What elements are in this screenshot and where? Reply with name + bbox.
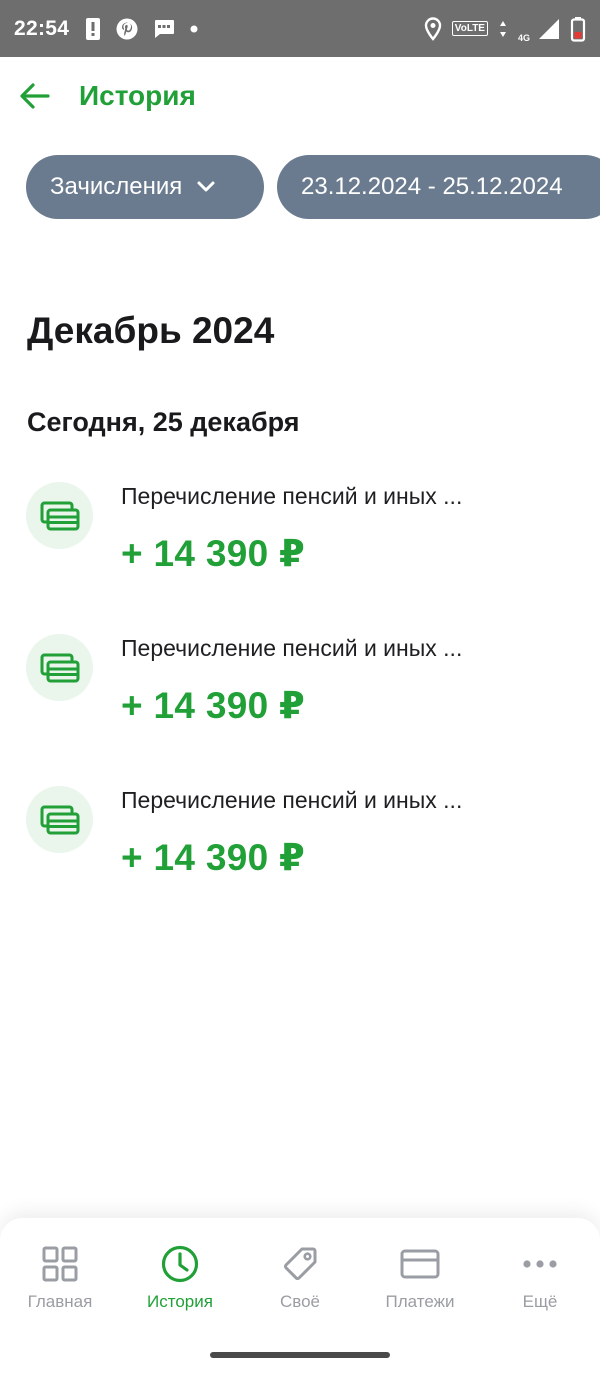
grid-icon [40,1244,80,1284]
arrow-left-icon [20,83,50,109]
filter-bar: Зачисления 23.12.2024 - 25.12.2024 [26,155,600,219]
operation-amount: + 14 390 ₽ [121,685,306,726]
alert-icon [85,17,101,41]
network-icon [498,18,508,40]
nav-label-history: История [147,1292,213,1311]
operation-type-label: Зачисления [50,173,183,200]
page-title: История [79,80,196,111]
cards-icon [26,634,93,701]
more-icon [520,1244,560,1284]
month-heading: Декабрь 2024 [27,310,275,351]
day-heading: Сегодня, 25 декабря [27,407,300,437]
battery-icon [570,16,586,42]
tag-icon [280,1244,320,1284]
nav-label-more: Ещё [522,1292,558,1311]
nav-item-payments[interactable]: Платежи [360,1218,480,1336]
message-icon [153,19,175,39]
status-bar: 22:54 VoLTE 4G [0,0,600,57]
operation-type-filter[interactable]: Зачисления [26,155,264,219]
status-left-icons [85,17,199,41]
dot-icon [189,24,199,34]
status-time: 22:54 [14,16,70,40]
nav-item-own[interactable]: Своё [240,1218,360,1336]
location-icon [424,16,442,41]
pinterest-icon [115,17,139,41]
nav-label-payments: Платежи [385,1292,455,1311]
operation-title: Перечисление пенсий и иных ... [121,483,463,509]
operation-item[interactable]: Перечисление пенсий и иных ... + 14 390 … [0,784,600,936]
cards-icon [26,786,93,853]
operation-title: Перечисление пенсий и иных ... [121,635,463,661]
operation-item[interactable]: Перечисление пенсий и иных ... + 14 390 … [0,632,600,784]
operation-amount: + 14 390 ₽ [121,533,306,574]
back-button[interactable] [18,79,52,113]
nav-item-history[interactable]: История [120,1218,240,1336]
operations-list: Перечисление пенсий и иных ... + 14 390 … [0,480,600,936]
network-type-label: 4G [517,32,530,43]
date-range-filter[interactable]: 23.12.2024 - 25.12.2024 [277,155,600,219]
volte-icon: VoLTE [451,21,488,36]
nav-item-main[interactable]: Главная [0,1218,120,1336]
nav-item-more[interactable]: Ещё [480,1218,600,1336]
status-right-icons: VoLTE 4G [424,15,586,43]
operation-amount: + 14 390 ₽ [121,837,306,878]
app-header: История [0,57,600,135]
card-icon [400,1244,440,1284]
signal-icon [536,17,560,41]
clock-icon [160,1244,200,1284]
operation-item[interactable]: Перечисление пенсий и иных ... + 14 390 … [0,480,600,632]
nav-label-own: Своё [279,1292,321,1311]
home-indicator[interactable] [210,1352,390,1358]
screen: 22:54 VoLTE 4G История Зачисления 23.12.… [0,0,600,1374]
chevron-down-icon [196,180,216,194]
operation-title: Перечисление пенсий и иных ... [121,787,463,813]
cards-icon [26,482,93,549]
date-range-label: 23.12.2024 - 25.12.2024 [301,173,563,200]
nav-label-main: Главная [27,1292,93,1311]
bottom-navigation: Главная История Своё Платежи Ещё [0,1218,600,1336]
